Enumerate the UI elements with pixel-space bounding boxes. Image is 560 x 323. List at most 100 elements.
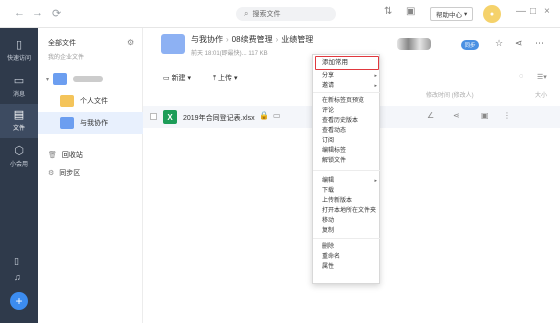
- menu-item[interactable]: 属性: [313, 262, 381, 272]
- forward-arrow-icon[interactable]: →: [32, 7, 43, 19]
- minimize-icon[interactable]: —: [516, 6, 526, 17]
- avatar[interactable]: ●: [483, 5, 501, 23]
- menu-item[interactable]: 上传新版本: [313, 196, 381, 206]
- menu-item[interactable]: 查看历史版本: [313, 116, 381, 126]
- left-rail: ▯ 快速访问 ▭ 消息 ▤ 文件 ⬡ 小会用 ▯ ♫ +: [0, 28, 38, 323]
- menu-item-label: 查看历史版本: [322, 118, 359, 124]
- file-name[interactable]: 2019年合同登记表.xlsx: [183, 113, 255, 123]
- menu-item[interactable]: 下载: [313, 186, 381, 196]
- lock-icon: 🔒: [259, 111, 269, 120]
- org-icon[interactable]: ⚙: [127, 38, 134, 47]
- message-icon: ▭: [13, 75, 25, 87]
- quick-access-icon: ▯: [15, 39, 23, 51]
- folder-meta: 前天 18:01(即最快)... 117 KB: [191, 51, 268, 57]
- menu-item-label: 移动: [322, 218, 335, 224]
- maximize-icon[interactable]: □: [530, 6, 536, 17]
- chevron-down-icon[interactable]: ▾: [46, 76, 49, 83]
- upload-label: 上传: [218, 75, 233, 82]
- menu-item[interactable]: 查看动态: [313, 126, 381, 136]
- rail-item-file[interactable]: ▤ 文件: [0, 104, 38, 138]
- new-button[interactable]: ▭ 新建 ▾: [163, 73, 191, 83]
- menu-item[interactable]: 打开本地所在文件夹: [313, 206, 381, 216]
- view-toggle-icon[interactable]: ☰▾: [537, 73, 547, 81]
- row-checkbox[interactable]: [150, 113, 157, 120]
- blurred-user: [397, 38, 431, 50]
- col-size[interactable]: 大小: [535, 90, 547, 99]
- phone-icon[interactable]: ▯: [14, 256, 19, 267]
- menu-item-add-favorite[interactable]: 添加常用: [315, 56, 379, 70]
- tree-subheader: 我的企业文件: [48, 55, 85, 61]
- headset-icon[interactable]: ♫: [14, 272, 21, 282]
- excel-letter: X: [167, 112, 173, 122]
- search-icon: ⌕: [244, 9, 249, 18]
- back-arrow-icon[interactable]: ←: [14, 7, 25, 19]
- refresh-icon[interactable]: ⟳: [52, 7, 61, 20]
- sort-icon[interactable]: ◌: [519, 73, 523, 80]
- tree-node-collab[interactable]: 与我协作: [38, 112, 143, 134]
- share-icon[interactable]: ⋖: [515, 38, 523, 49]
- rail-item-label: 快速访问: [6, 56, 31, 62]
- folder-icon: [60, 95, 74, 107]
- menu-item-label: 重命名: [322, 254, 341, 260]
- edit-icon[interactable]: ∠: [427, 111, 434, 120]
- menu-item[interactable]: 解锁文件: [313, 156, 381, 166]
- file-icon: ▤: [13, 109, 25, 121]
- breadcrumb-item[interactable]: 业绩管理: [281, 35, 313, 44]
- transfer-icon[interactable]: ⇅: [384, 6, 392, 17]
- new-label: 新建: [171, 75, 186, 82]
- rail-item-message[interactable]: ▭ 消息: [0, 70, 38, 104]
- more-icon[interactable]: ⋯: [535, 38, 544, 49]
- sync-label: 同步: [464, 43, 476, 49]
- more-vertical-icon[interactable]: ⋮: [503, 111, 511, 120]
- rail-item-quick-access[interactable]: ▯ 快速访问: [0, 34, 38, 68]
- menu-item[interactable]: 邀请 ▸: [313, 81, 381, 91]
- search-input[interactable]: ⌕ 搜索文件: [236, 7, 336, 21]
- menu-item[interactable]: 分享 ▸: [313, 71, 381, 81]
- menu-item[interactable]: 删除: [313, 242, 381, 252]
- menu-item-label: 查看动态: [322, 128, 347, 134]
- menu-item-label: 复制: [322, 228, 335, 234]
- breadcrumb-item[interactable]: 与我协作: [191, 35, 223, 44]
- comment-icon[interactable]: ▣: [481, 111, 489, 120]
- tree-node-label: 个人文件: [80, 98, 108, 105]
- menu-item-label: 订阅: [322, 138, 335, 144]
- chevron-right-icon: ▸: [374, 73, 377, 79]
- menu-item[interactable]: 重命名: [313, 252, 381, 262]
- menu-item[interactable]: 订阅: [313, 136, 381, 146]
- top-bar: ← → ⟳ ⌕ 搜索文件 ⇅ ▣ 帮助中心 ▾ ● — □ ×: [0, 0, 560, 28]
- menu-item[interactable]: 复制: [313, 226, 381, 236]
- chevron-right-icon: ▸: [374, 178, 377, 184]
- share-icon[interactable]: ⋖: [453, 111, 460, 120]
- menu-item[interactable]: 评论: [313, 106, 381, 116]
- upload-button[interactable]: ⤒ 上传 ▾: [213, 73, 238, 83]
- menu-item[interactable]: 移动: [313, 216, 381, 226]
- new-icon: ▭: [163, 75, 172, 82]
- sync-toggle[interactable]: 同步: [461, 40, 479, 50]
- notify-icon[interactable]: ▣: [406, 6, 415, 17]
- menu-item[interactable]: 编辑标签: [313, 146, 381, 156]
- menu-item[interactable]: 编辑 ▸: [313, 176, 381, 186]
- tree-header[interactable]: 全部文件: [48, 38, 76, 48]
- rail-item-label: 文件: [12, 126, 25, 132]
- col-modified[interactable]: 修改时间 (修改人): [426, 90, 474, 99]
- menu-separator: [313, 92, 381, 93]
- add-button[interactable]: +: [10, 292, 28, 310]
- menu-item-label: 属性: [322, 264, 335, 270]
- tree-node-enterprise[interactable]: ▾: [38, 68, 143, 90]
- trash-icon: 🗑: [48, 152, 57, 159]
- breadcrumb-item[interactable]: 08续费管理: [232, 35, 273, 44]
- breadcrumb: 与我协作 › 08续费管理 › 业绩管理: [191, 35, 314, 44]
- star-icon[interactable]: ☆: [495, 38, 503, 49]
- menu-separator: [313, 170, 381, 171]
- close-icon[interactable]: ×: [544, 6, 550, 17]
- menu-item[interactable]: 在新标签页预览: [313, 96, 381, 106]
- rail-item-app[interactable]: ⬡ 小会用: [0, 140, 38, 174]
- menu-item-label: 编辑: [322, 178, 335, 184]
- tree-node-label: 回收站: [61, 152, 83, 159]
- chevron-right-icon: ▸: [374, 83, 377, 89]
- tree-node-sync[interactable]: ⚙ 同步区: [38, 162, 143, 184]
- tree-node-personal[interactable]: 个人文件: [38, 90, 143, 112]
- help-center-button[interactable]: 帮助中心 ▾: [430, 7, 474, 21]
- shared-folder-icon: [60, 117, 74, 129]
- tag-icon[interactable]: ▭: [273, 111, 281, 120]
